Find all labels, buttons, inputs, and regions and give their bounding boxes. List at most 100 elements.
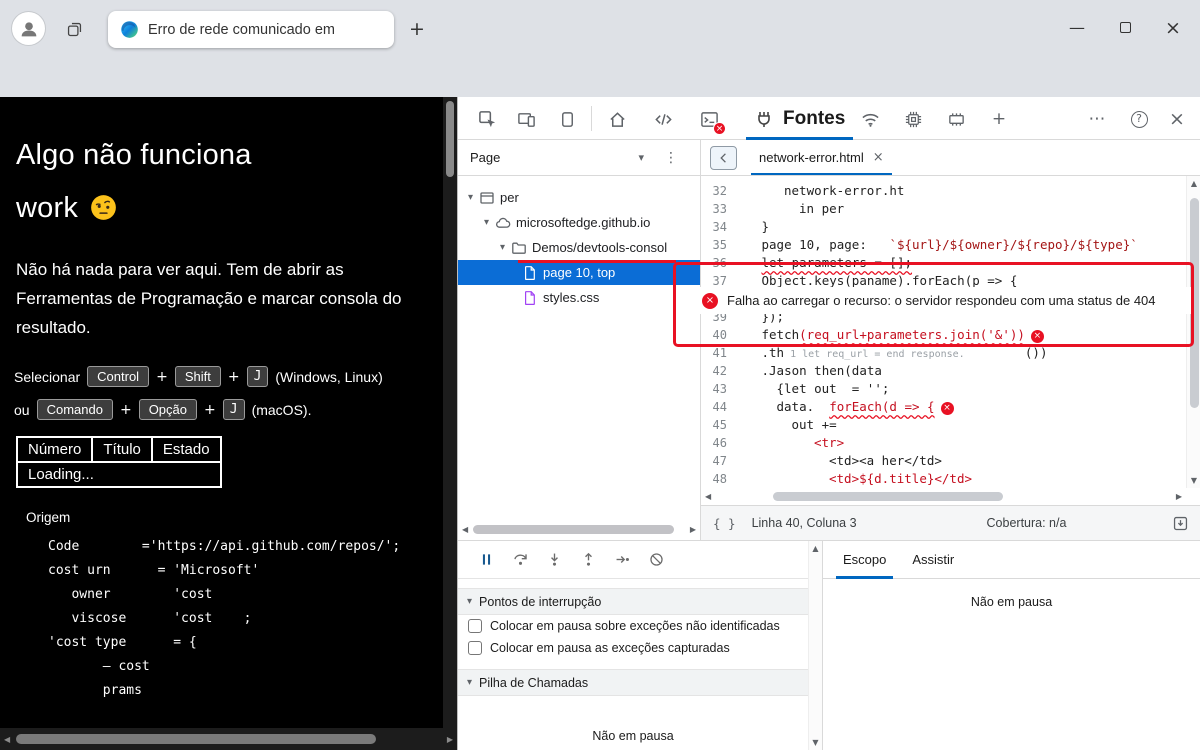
checkbox[interactable] [468,641,482,655]
tree-item-per[interactable]: ▾ per [458,185,700,210]
browser-tab[interactable]: Erro de rede comunicado em [108,11,394,48]
line-number[interactable]: 41 [701,344,739,362]
close-tab-icon[interactable]: × [873,150,884,165]
line-number[interactable]: 43 [701,380,739,398]
tab-fontes[interactable]: Fontes [742,97,857,140]
navigator-horizontal-scrollbar[interactable]: ◀ ▶ [460,523,698,537]
tree-item-styles-css[interactable]: styles.css [458,285,700,310]
editor-line[interactable]: 43 {let out = ''; [701,380,1186,398]
step-out-icon[interactable] [580,551,597,568]
editor-line[interactable]: 32 network-error.ht [701,182,1186,200]
code-editor[interactable]: 32 network-error.ht 33 in per 34} 35 page 10, … [701,176,1186,488]
step-icon[interactable] [614,551,631,568]
scroll-down-icon[interactable]: ▼ [1187,476,1200,485]
inspect-icon[interactable] [475,107,499,131]
line-number[interactable]: 38 [701,290,739,308]
close-devtools-icon[interactable]: × [1165,107,1189,131]
scroll-left-icon[interactable]: ◀ [705,492,711,501]
editor-line[interactable]: 40 fetch(req_url+parameters.join('&')) × [701,326,1186,344]
expand-chevron-icon[interactable]: ▾ [496,242,509,253]
line-number[interactable]: 42 [701,362,739,380]
line-number[interactable]: 47 [701,452,739,470]
tree-item-demos-devtools-consol[interactable]: ▾ Demos/devtools-consol [458,235,700,260]
scroll-up-icon[interactable]: ▲ [809,544,822,553]
tab-escopo[interactable]: Escopo [833,541,896,579]
debugger-vertical-scrollbar[interactable]: ▲ ▼ [808,541,822,750]
line-number[interactable]: 46 [701,434,739,452]
editor-horizontal-scrollbar[interactable]: ◀ ▶ [703,489,1184,505]
tree-item-page-10-top[interactable]: page 10, top [458,260,700,285]
editor-line[interactable]: 46 <tr> [701,434,1186,452]
console-panel-icon[interactable]: × [697,107,726,135]
scroll-thumb[interactable] [16,734,376,744]
profile-avatar[interactable] [12,12,45,45]
page-horizontal-scrollbar[interactable]: ◀ ▶ [0,728,457,750]
scroll-left-icon[interactable]: ◀ [462,525,468,534]
scroll-up-icon[interactable]: ▲ [1187,179,1200,188]
editor-line[interactable]: 44 data. forEach(d => {× [701,398,1186,416]
new-tab-button[interactable]: + [404,16,430,42]
error-badge-icon[interactable]: × [940,401,954,415]
editor-line[interactable]: 41 .th 1 let req_url = end response. ()) [701,344,1186,362]
editor-line[interactable]: 37 Object.keys(paname).forEach(p => { [701,272,1186,290]
more-options-icon[interactable]: ⋮ [664,150,678,166]
line-number[interactable]: 36 [701,254,739,272]
network-panel-icon[interactable] [858,107,882,131]
editor-line[interactable]: 36 let parameters = []; [701,254,1186,272]
editor-line[interactable]: 38 [701,290,1186,308]
performance-panel-icon[interactable] [901,107,925,131]
breakpoints-section-header[interactable]: ▾ Pontos de interrupção [458,588,822,615]
line-number[interactable]: 32 [701,182,739,200]
breakpoint-checkbox-row[interactable]: Colocar em pausa sobre exceções não iden… [458,615,822,637]
collapse-chevron-icon[interactable]: ▾ [467,596,472,607]
device-emulation-icon[interactable] [514,107,538,131]
line-number[interactable]: 44 [701,398,739,416]
scroll-thumb[interactable] [473,525,674,534]
editor-line[interactable]: 48 <td>${d.title}</td> [701,470,1186,488]
step-into-icon[interactable] [546,551,563,568]
step-over-icon[interactable] [512,551,529,568]
editor-line[interactable]: 39}); [701,308,1186,326]
scroll-thumb[interactable] [773,492,1003,501]
pause-icon[interactable] [478,551,495,568]
add-panel-icon[interactable]: + [987,107,1011,131]
elements-panel-icon[interactable] [651,107,675,131]
help-icon[interactable]: ? [1127,107,1151,131]
focus-page-icon[interactable] [555,107,579,131]
editor-line[interactable]: 33 in per [701,200,1186,218]
memory-panel-icon[interactable] [944,107,968,131]
home-icon[interactable] [605,107,629,131]
download-icon[interactable] [1172,515,1189,532]
checkbox[interactable] [468,619,482,633]
tab-page[interactable]: Page [470,150,500,165]
breakpoint-checkbox-row[interactable]: Colocar em pausa as exceções capturadas [458,637,822,659]
editor-line[interactable]: 47 <td><a her</td> [701,452,1186,470]
scroll-right-icon[interactable]: ▶ [447,735,453,744]
scroll-right-icon[interactable]: ▶ [690,525,696,534]
editor-tab-network-error[interactable]: network-error.html × [749,140,894,175]
callstack-section-header[interactable]: ▾ Pilha de Chamadas [458,669,822,696]
toggle-navigator-icon[interactable] [710,145,737,170]
line-number[interactable]: 33 [701,200,739,218]
scroll-thumb[interactable] [446,101,454,177]
chevron-down-icon[interactable]: ▾ [638,151,644,164]
deactivate-breakpoints-icon[interactable] [648,551,665,568]
line-number[interactable]: 39 [701,308,739,326]
editor-line[interactable]: 42 .Jason then(data [701,362,1186,380]
editor-line[interactable]: 34} [701,218,1186,236]
maximize-button[interactable] [1114,22,1136,33]
expand-chevron-icon[interactable]: ▾ [480,217,493,228]
more-tools-icon[interactable]: ⋯ [1085,107,1109,131]
page-vertical-scrollbar[interactable] [443,97,457,728]
line-number[interactable]: 45 [701,416,739,434]
error-badge-icon[interactable]: × [1030,329,1044,343]
scroll-right-icon[interactable]: ▶ [1176,492,1182,501]
tab-switcher-icon[interactable] [66,21,83,38]
expand-chevron-icon[interactable]: ▾ [464,192,477,203]
line-number[interactable]: 37 [701,272,739,290]
editor-line[interactable]: 35 page 10, page: `${url}/${owner}/${repo… [701,236,1186,254]
line-number[interactable]: 40 [701,326,739,344]
scroll-down-icon[interactable]: ▼ [809,738,822,747]
editor-line[interactable]: 45 out += [701,416,1186,434]
line-number[interactable]: 35 [701,236,739,254]
